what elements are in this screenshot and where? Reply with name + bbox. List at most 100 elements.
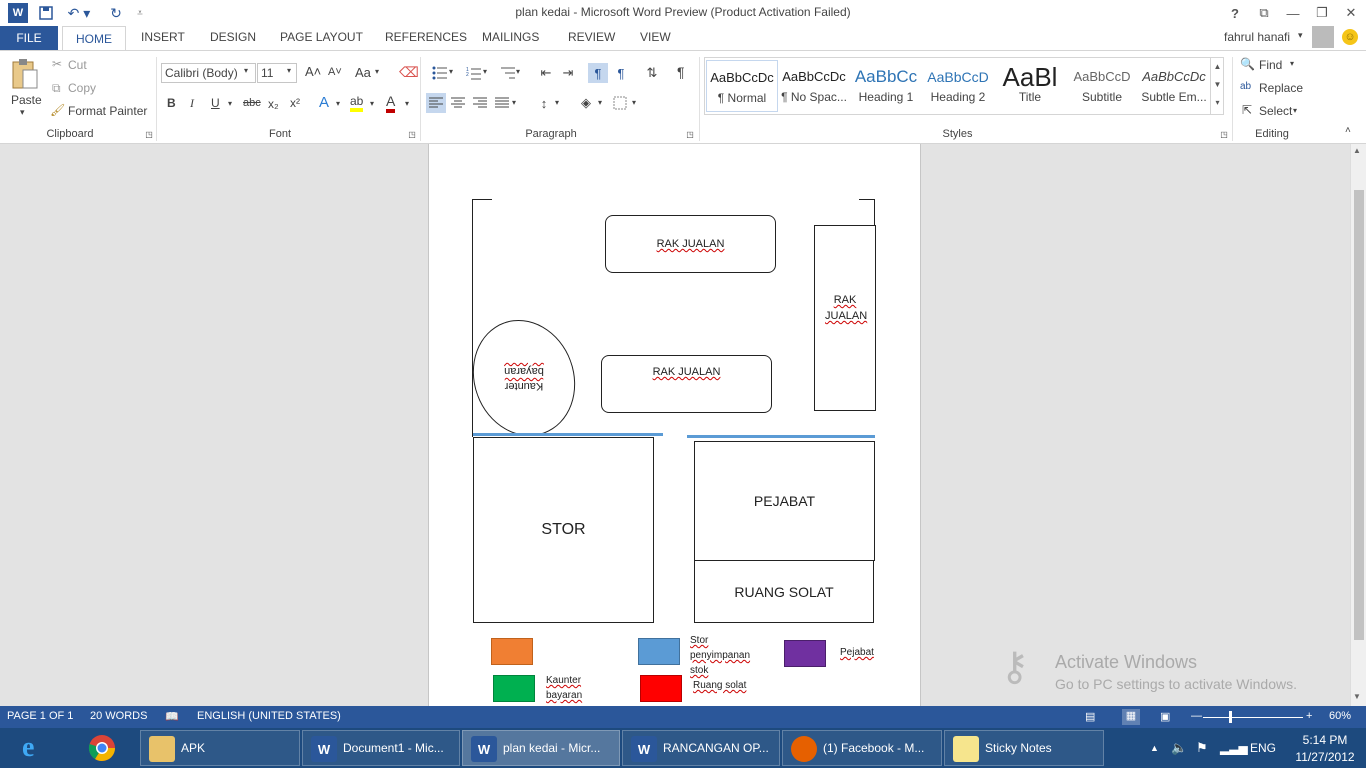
paste-icon[interactable]	[10, 57, 40, 91]
print-layout-icon[interactable]: ▦	[1122, 709, 1140, 725]
network-icon[interactable]: ▂▃▅	[1220, 730, 1248, 766]
font-size-chevron-icon[interactable]: ▾	[287, 66, 291, 75]
read-mode-icon[interactable]: ▤	[1085, 710, 1095, 723]
stor-room[interactable]: STOR	[473, 437, 654, 623]
user-menu-chevron-icon[interactable]: ▾	[1298, 30, 1303, 41]
scroll-up-icon[interactable]: ▲	[1353, 146, 1361, 155]
avatar[interactable]	[1312, 26, 1334, 48]
document-page[interactable]: RAK JUALAN RAK JUALAN RAK JUALAN Kaunter…	[428, 144, 921, 706]
style-heading-1[interactable]: AaBbCc Heading 1	[850, 60, 922, 112]
paste-chevron-icon[interactable]: ▾	[20, 107, 25, 118]
borders-chevron-icon[interactable]: ▾	[632, 98, 636, 107]
select-chevron-icon[interactable]: ▾	[1293, 106, 1297, 115]
clock-time[interactable]: 5:14 PM	[1290, 733, 1360, 747]
tab-mailings[interactable]: MAILINGS	[482, 30, 539, 44]
zoom-slider[interactable]	[1203, 717, 1303, 718]
action-center-flag-icon[interactable]: ⚑	[1196, 730, 1208, 766]
bold-button[interactable]: B	[167, 96, 176, 110]
style-no-spacing[interactable]: AaBbCcDc ¶ No Spac...	[778, 60, 850, 112]
show-formatting-button[interactable]: ¶	[677, 64, 685, 80]
show-hidden-icons-icon[interactable]: ▲	[1150, 730, 1159, 766]
replace-button[interactable]: Replace	[1259, 81, 1303, 95]
taskbar-item-plan-kedai[interactable]: W plan kedai - Micr...	[462, 730, 620, 766]
minimize-button[interactable]: —	[1280, 2, 1306, 24]
copy-button[interactable]: Copy	[68, 81, 96, 95]
styles-launcher-icon[interactable]: ◳	[1219, 129, 1229, 139]
collapse-ribbon-icon[interactable]: ˄	[1345, 125, 1351, 136]
scroll-thumb[interactable]	[1354, 190, 1364, 640]
taskbar-item-sticky-notes[interactable]: Sticky Notes	[944, 730, 1104, 766]
zoom-slider-thumb[interactable]	[1229, 711, 1232, 723]
web-layout-icon[interactable]: ▣	[1160, 710, 1170, 723]
align-right-icon[interactable]	[470, 93, 490, 113]
taskbar-item-facebook[interactable]: (1) Facebook - M...	[782, 730, 942, 766]
tab-file[interactable]: FILE	[0, 26, 58, 50]
change-case-chevron-icon[interactable]: ▾	[375, 67, 379, 76]
highlight-chevron-icon[interactable]: ▾	[370, 99, 374, 108]
maximize-button[interactable]: ❐	[1309, 2, 1335, 24]
vertical-scrollbar[interactable]: ▲ ▼	[1350, 144, 1366, 706]
line-spacing-icon[interactable]: ↕	[534, 93, 554, 113]
language-status[interactable]: ENGLISH (UNITED STATES)	[197, 710, 341, 722]
tab-insert[interactable]: INSERT	[141, 30, 185, 44]
shrink-font-button[interactable]: A˅	[328, 66, 342, 78]
font-family-select[interactable]: Calibri (Body)	[161, 63, 256, 83]
volume-icon[interactable]: 🔈	[1171, 730, 1187, 766]
change-case-button[interactable]: Aa	[355, 65, 371, 80]
justify-chevron-icon[interactable]: ▾	[512, 98, 516, 107]
taskbar-item-apk[interactable]: APK	[140, 730, 300, 766]
paragraph-launcher-icon[interactable]: ◳	[685, 129, 695, 139]
taskbar-item-rancangan[interactable]: W RANCANGAN OP...	[622, 730, 780, 766]
text-effects-button[interactable]: A	[319, 94, 329, 111]
style-title[interactable]: AaBl Title	[994, 60, 1066, 112]
bullets-chevron-icon[interactable]: ▾	[449, 67, 453, 76]
zoom-level[interactable]: 60%	[1329, 710, 1351, 722]
format-painter-button[interactable]: Format Painter	[68, 104, 147, 118]
text-effects-chevron-icon[interactable]: ▾	[336, 99, 340, 108]
align-left-icon[interactable]	[426, 93, 446, 113]
rak-jualan-shelf-top[interactable]: RAK JUALAN	[605, 215, 776, 273]
ruang-solat-room[interactable]: RUANG SOLAT	[694, 560, 874, 623]
decrease-indent-icon[interactable]: ⇤	[536, 63, 556, 83]
find-button[interactable]: Find	[1259, 58, 1282, 72]
font-launcher-icon[interactable]: ◳	[407, 129, 417, 139]
chrome-icon[interactable]	[88, 730, 128, 766]
style-heading-2[interactable]: AaBbCcD Heading 2	[922, 60, 994, 112]
help-button[interactable]: ?	[1222, 2, 1248, 24]
tab-design[interactable]: DESIGN	[210, 30, 256, 44]
rak-jualan-shelf-middle[interactable]: RAK JUALAN	[601, 355, 772, 413]
tab-view[interactable]: VIEW	[640, 30, 671, 44]
strikethrough-button[interactable]: abc	[243, 97, 261, 109]
close-button[interactable]: ✕	[1338, 2, 1364, 24]
line-spacing-chevron-icon[interactable]: ▾	[555, 98, 559, 107]
borders-icon[interactable]	[610, 93, 630, 113]
tab-references[interactable]: REFERENCES	[385, 30, 467, 44]
ribbon-display-button[interactable]: ⧉	[1251, 2, 1277, 24]
tab-home[interactable]: HOME	[62, 26, 126, 51]
pejabat-room[interactable]: PEJABAT	[694, 441, 875, 561]
clock-date[interactable]: 11/27/2012	[1290, 750, 1360, 764]
ltr-text-icon[interactable]: ¶	[588, 63, 608, 83]
subscript-button[interactable]: x₂	[268, 97, 279, 111]
shading-icon[interactable]: ◈	[576, 93, 596, 113]
internet-explorer-icon[interactable]: e	[22, 730, 72, 766]
grow-font-button[interactable]: A˄	[305, 64, 321, 79]
multilevel-chevron-icon[interactable]: ▾	[516, 67, 520, 76]
word-count[interactable]: 20 WORDS	[90, 710, 147, 722]
style-subtle-emphasis[interactable]: AaBbCcDc Subtle Em...	[1138, 60, 1210, 112]
input-language[interactable]: ENG	[1250, 730, 1276, 766]
tab-review[interactable]: REVIEW	[568, 30, 615, 44]
align-center-icon[interactable]	[448, 93, 468, 113]
justify-icon[interactable]	[492, 93, 512, 113]
paste-button[interactable]: Paste	[11, 93, 42, 107]
style-subtitle[interactable]: AaBbCcD Subtitle	[1066, 60, 1138, 112]
page-count[interactable]: PAGE 1 OF 1	[7, 710, 73, 722]
increase-indent-icon[interactable]: ⇥	[558, 63, 578, 83]
shading-chevron-icon[interactable]: ▾	[598, 98, 602, 107]
sort-icon[interactable]: ⇅	[642, 63, 662, 83]
zoom-in-icon[interactable]: +	[1306, 710, 1312, 722]
gallery-scroll[interactable]: ▲ ▼ ▾	[1210, 58, 1224, 114]
rtl-text-icon[interactable]: ¶	[611, 63, 631, 83]
smiley-feedback-icon[interactable]: ☺	[1342, 29, 1358, 45]
style-normal[interactable]: AaBbCcDc ¶ Normal	[706, 60, 778, 112]
